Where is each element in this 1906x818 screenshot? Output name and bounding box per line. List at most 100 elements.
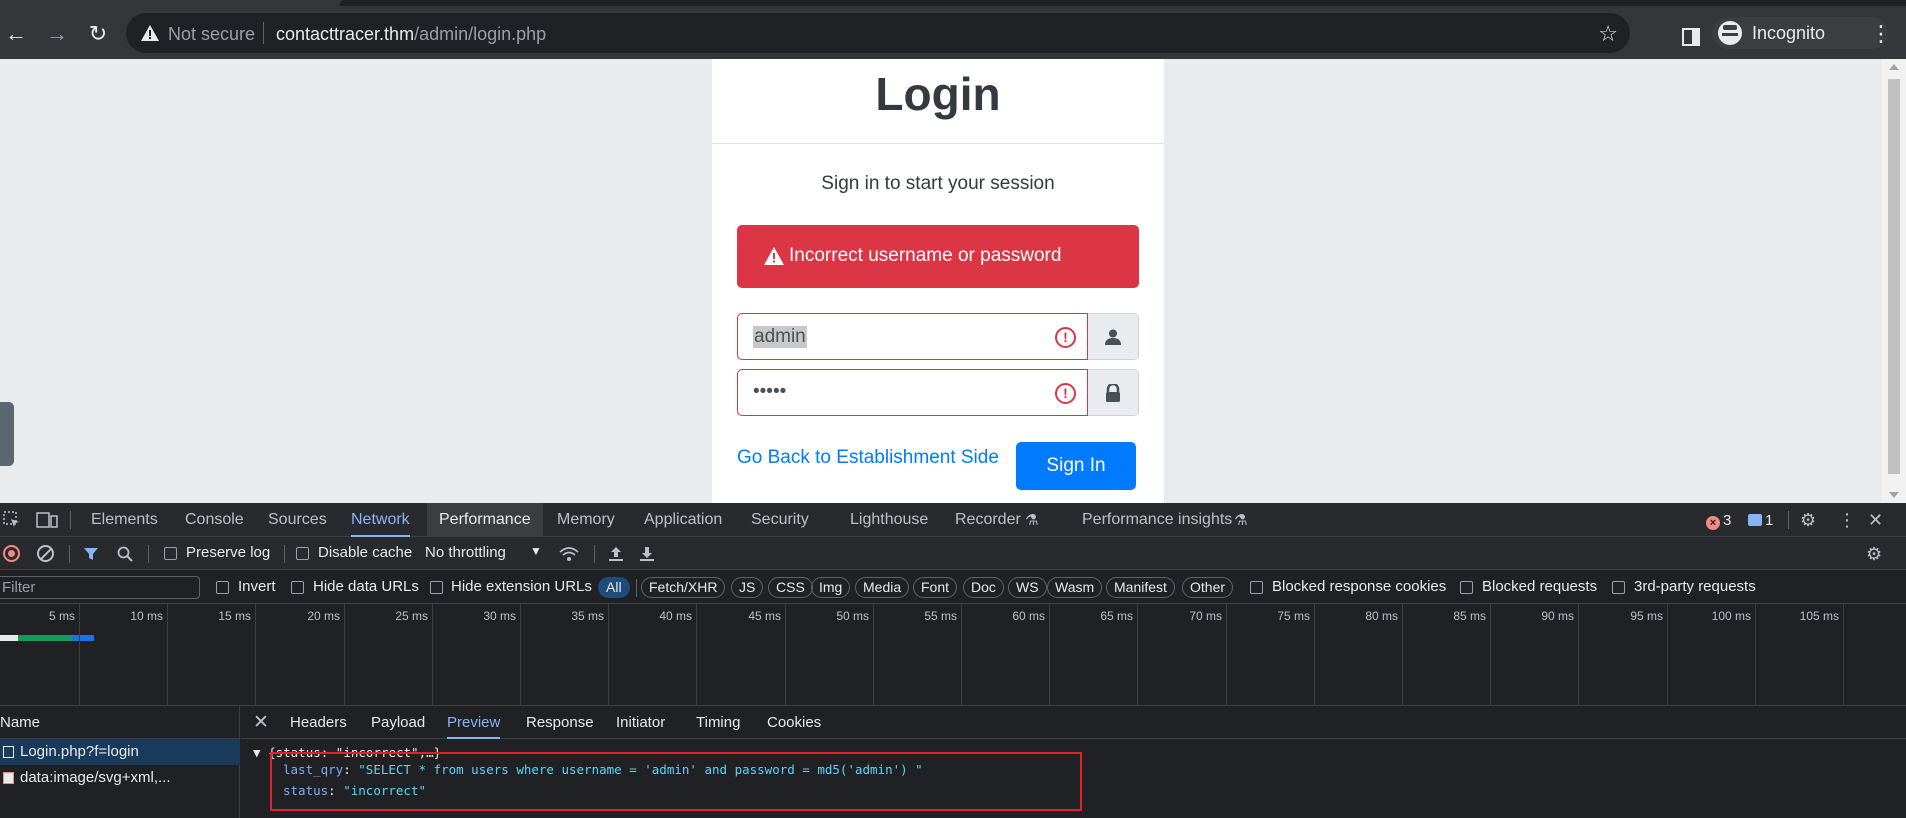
tab-console[interactable]: Console (185, 503, 244, 537)
invert-checkbox[interactable] (216, 581, 229, 594)
blocked-requests-checkbox[interactable] (1460, 581, 1473, 594)
tab-cookies[interactable]: Cookies (767, 706, 821, 739)
timeline-gridline (79, 604, 80, 706)
more-options-icon[interactable]: ⋮ (1838, 511, 1856, 529)
type-filter-manifest[interactable]: Manifest (1106, 577, 1175, 598)
username-input[interactable]: admin ! (737, 313, 1088, 360)
type-filter-js[interactable]: JS (731, 577, 764, 598)
tab-headers[interactable]: Headers (290, 706, 347, 739)
url-path: /admin/login.php (414, 24, 547, 44)
tab-security[interactable]: Security (751, 503, 809, 537)
type-filter-font[interactable]: Font (913, 577, 958, 598)
blocked-response-cookies-checkbox[interactable] (1250, 581, 1263, 594)
scroll-down-icon[interactable] (1889, 492, 1899, 498)
incognito-badge[interactable]: Incognito (1712, 17, 1888, 49)
name-column-header[interactable]: Name (0, 706, 240, 739)
page-scrollbar[interactable] (1882, 59, 1906, 503)
network-timeline[interactable]: 5 ms 10 ms 15 ms 20 ms 25 ms 30 ms 35 ms 40 ms 4… (0, 604, 1906, 706)
type-filter-media[interactable]: Media (855, 577, 910, 598)
back-to-establishment-link[interactable]: Go Back to Establishment Side (737, 447, 999, 469)
tab-network[interactable]: Network (351, 503, 410, 537)
type-filter-doc[interactable]: Doc (963, 577, 1004, 598)
request-list: Name Login.php?f=login data:image/svg+xm… (0, 706, 240, 818)
upload-icon[interactable] (608, 546, 624, 562)
tab-elements[interactable]: Elements (91, 503, 158, 537)
detail-tab-bar: ✕ Headers Payload Preview Response Initi… (241, 706, 1906, 739)
inspect-element-icon[interactable] (3, 511, 21, 529)
tab-performance-insights[interactable]: Performance insights (1082, 503, 1232, 537)
tab-preview[interactable]: Preview (447, 706, 501, 739)
tab-application[interactable]: Application (644, 503, 722, 537)
menu-icon[interactable]: ⋮ (1870, 23, 1892, 45)
type-filter-all[interactable]: All (598, 577, 630, 598)
close-devtools-icon[interactable]: ✕ (1868, 511, 1883, 529)
timeline-tick-label: 75 ms (1277, 609, 1310, 623)
expand-triangle-icon[interactable]: ▼ (253, 745, 268, 760)
star-icon[interactable]: ☆ (1598, 21, 1618, 47)
throttling-select[interactable]: No throttling (425, 544, 506, 561)
username-field: admin ! (737, 313, 1139, 360)
tab-timing[interactable]: Timing (696, 706, 740, 739)
message-count-badge[interactable]: 1 (1748, 512, 1773, 529)
tab-memory[interactable]: Memory (557, 503, 615, 537)
password-input[interactable]: ••••• ! (737, 369, 1088, 416)
type-filter-css[interactable]: CSS (768, 577, 813, 598)
tab-payload[interactable]: Payload (371, 706, 425, 739)
reload-icon[interactable]: ↻ (86, 22, 110, 46)
incognito-icon (1718, 21, 1742, 45)
error-icon: ! (1055, 327, 1076, 348)
scroll-up-icon[interactable] (1889, 64, 1899, 70)
security-label[interactable]: Not secure (168, 24, 255, 45)
side-panel-icon[interactable] (1682, 28, 1700, 46)
type-filter-wasm[interactable]: Wasm (1047, 577, 1103, 598)
close-icon[interactable]: ✕ (253, 711, 269, 734)
record-icon[interactable] (3, 545, 20, 562)
settings-icon[interactable]: ⚙ (1800, 511, 1816, 529)
back-icon[interactable]: ← (4, 22, 28, 46)
tab-recorder[interactable]: Recorder (955, 503, 1021, 537)
tab-sources[interactable]: Sources (268, 503, 327, 537)
search-icon[interactable] (117, 546, 133, 562)
clear-icon[interactable] (37, 545, 54, 562)
disable-cache-label: Disable cache (318, 544, 413, 561)
timeline-gridline (520, 604, 521, 706)
toolbar-divider (70, 511, 71, 529)
tab-performance[interactable]: Performance (427, 503, 543, 537)
chevron-down-icon[interactable]: ▼ (530, 544, 542, 558)
forward-icon[interactable]: → (45, 22, 69, 46)
device-toolbar-icon[interactable] (36, 511, 58, 529)
filter-input[interactable]: Filter (0, 576, 200, 599)
scrollbar-thumb[interactable] (1888, 79, 1900, 474)
hide-data-urls-checkbox[interactable] (291, 581, 304, 594)
preserve-log-checkbox[interactable] (164, 547, 177, 560)
type-filter-other[interactable]: Other (1182, 577, 1234, 598)
username-value: admin (753, 326, 807, 348)
tab-initiator[interactable]: Initiator (616, 706, 665, 739)
url-host: contacttracer.thm (276, 24, 415, 44)
filter-icon[interactable] (83, 546, 99, 562)
type-filter-img[interactable]: Img (811, 577, 851, 598)
download-icon[interactable] (639, 546, 655, 562)
url-text[interactable]: contacttracer.thm/admin/login.php (276, 24, 546, 45)
tab-response[interactable]: Response (526, 706, 594, 739)
request-row[interactable]: data:image/svg+xml,... (0, 765, 240, 791)
request-row[interactable]: Login.php?f=login (0, 739, 240, 765)
timeline-gridline (167, 604, 168, 706)
side-handle[interactable] (0, 402, 14, 466)
timeline-gridline (1402, 604, 1403, 706)
timeline-gridline (1226, 604, 1227, 706)
disable-cache-checkbox[interactable] (296, 547, 309, 560)
address-bar[interactable]: Not secure contacttracer.thm/admin/login… (126, 13, 1630, 53)
error-count: 3 (1723, 512, 1732, 529)
hide-extension-urls-checkbox[interactable] (430, 581, 443, 594)
type-filter-ws[interactable]: WS (1008, 577, 1047, 598)
filter-bar: Filter Invert Hide data URLs Hide extens… (0, 570, 1906, 604)
sign-in-button[interactable]: Sign In (1016, 442, 1136, 490)
browser-toolbar: ← → ↻ Not secure contacttracer.thm/admin… (0, 6, 1906, 59)
network-conditions-icon[interactable] (558, 546, 580, 562)
error-count-badge[interactable]: × 3 (1706, 512, 1731, 530)
third-party-checkbox[interactable] (1612, 581, 1625, 594)
tab-lighthouse[interactable]: Lighthouse (850, 503, 928, 537)
type-filter-fetch-xhr[interactable]: Fetch/XHR (641, 577, 726, 598)
network-settings-icon[interactable]: ⚙ (1866, 545, 1882, 563)
